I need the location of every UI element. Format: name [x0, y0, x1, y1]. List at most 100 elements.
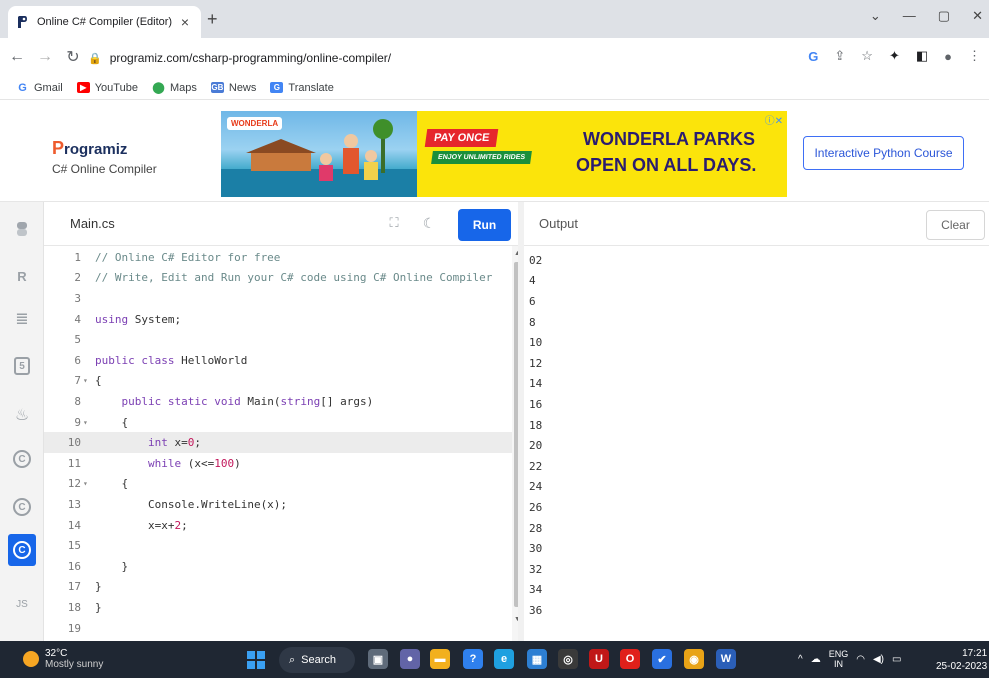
- code-line[interactable]: 4 using System;: [44, 309, 512, 330]
- site-header: Programiz C# Online Compiler WONDERLA PA…: [0, 100, 989, 202]
- code-line[interactable]: 12 ▾ {: [44, 474, 512, 495]
- bookmark-maps[interactable]: ⬤ Maps: [152, 82, 197, 95]
- chatgpt-icon[interactable]: ◎: [558, 649, 578, 669]
- browser-tab[interactable]: Online C# Compiler (Editor) ×: [8, 6, 201, 38]
- taskbar-search[interactable]: ⌕ Search: [279, 647, 355, 673]
- chat-icon[interactable]: ●: [400, 649, 420, 669]
- line-number: 16: [67, 559, 81, 573]
- code-line[interactable]: 6 public class HelloWorld: [44, 350, 512, 371]
- ad-rides: ENJOY UNLIMITED RIDES: [431, 151, 532, 164]
- tab-close-icon[interactable]: ×: [177, 14, 193, 30]
- code-line[interactable]: 15: [44, 535, 512, 556]
- bookmark-news[interactable]: GB News: [210, 82, 256, 94]
- address-bar[interactable]: 🔒 programiz.com/csharp-programming/onlin…: [88, 45, 800, 71]
- task-view-icon[interactable]: ▣: [368, 649, 388, 669]
- minimize-button[interactable]: —: [903, 8, 916, 24]
- output-line: 32: [529, 562, 543, 576]
- fullscreen-icon[interactable]: ⛶: [383, 212, 405, 234]
- python-icon[interactable]: [12, 219, 32, 239]
- back-icon[interactable]: ←: [6, 48, 28, 66]
- edge-icon[interactable]: e: [494, 649, 514, 669]
- c-icon[interactable]: C: [13, 450, 31, 468]
- file-explorer-icon[interactable]: ▬: [430, 649, 450, 669]
- temperature: 32°C: [45, 648, 68, 659]
- battery-icon[interactable]: ▭: [892, 654, 901, 665]
- ad-banner[interactable]: WONDERLA PAY ONCE ENJOY UNLIMITED RIDES …: [221, 111, 787, 197]
- share-icon[interactable]: ⇪: [834, 48, 845, 64]
- reload-icon[interactable]: ↻: [62, 47, 84, 67]
- bookmark-translate[interactable]: G Translate: [270, 82, 334, 94]
- bookmark-label: YouTube: [94, 81, 138, 94]
- sql-icon[interactable]: ≣: [12, 309, 32, 329]
- code-line[interactable]: 10 int x=0;: [44, 432, 512, 453]
- output-label: Output: [539, 216, 579, 231]
- help-icon[interactable]: ?: [463, 649, 483, 669]
- html-icon[interactable]: 5: [14, 357, 30, 375]
- forward-icon[interactable]: →: [34, 48, 56, 66]
- search-label: Search: [301, 654, 337, 666]
- code-line[interactable]: 9 ▾ {: [44, 412, 512, 433]
- java-icon[interactable]: ♨: [12, 405, 32, 425]
- google-lens-icon[interactable]: G: [808, 49, 818, 64]
- side-panel-icon[interactable]: ◧: [916, 48, 928, 64]
- cpp-icon[interactable]: C: [13, 498, 31, 516]
- fold-marker-icon[interactable]: ▾: [81, 376, 92, 385]
- csharp-glyph: C: [13, 541, 31, 559]
- code-line[interactable]: 13 Console.WriteLine(x);: [44, 494, 512, 515]
- code-line[interactable]: 5: [44, 329, 512, 350]
- todo-icon[interactable]: ✔: [652, 649, 672, 669]
- mcafee-icon[interactable]: U: [589, 649, 609, 669]
- wifi-icon[interactable]: ◠: [856, 654, 865, 665]
- weather-widget[interactable]: 32°C Mostly sunny: [23, 648, 103, 670]
- code-line[interactable]: 2 // Write, Edit and Run your C# code usi…: [44, 268, 512, 289]
- output-line: 16: [529, 397, 543, 411]
- start-button[interactable]: [247, 651, 265, 669]
- gmail-icon: G: [18, 81, 27, 94]
- code-line[interactable]: 16 }: [44, 556, 512, 577]
- line-number: 15: [67, 539, 81, 553]
- fold-marker-icon[interactable]: ▾: [81, 479, 92, 488]
- clock[interactable]: 17:21 25-02-2023: [936, 647, 987, 673]
- new-tab-button[interactable]: +: [207, 9, 218, 30]
- restore-button[interactable]: ▢: [938, 8, 950, 24]
- code-line[interactable]: 19: [44, 618, 512, 639]
- language-indicator[interactable]: ENG IN: [829, 649, 849, 669]
- output-line: 4: [529, 274, 536, 288]
- tab-search-icon[interactable]: ⌄: [870, 8, 881, 24]
- cloud-icon[interactable]: ☁: [811, 654, 821, 665]
- code-line[interactable]: 14 x=x+2;: [44, 515, 512, 536]
- close-window-button[interactable]: ✕: [972, 8, 983, 24]
- clear-button[interactable]: Clear: [926, 210, 985, 240]
- menu-kebab-icon[interactable]: ⋮: [968, 48, 981, 64]
- code-line[interactable]: 1 // Online C# Editor for free: [44, 247, 512, 268]
- ad-close-icon[interactable]: ⓘ✕: [765, 112, 783, 127]
- csharp-icon[interactable]: C: [8, 534, 36, 566]
- extensions-icon[interactable]: ✦: [889, 48, 900, 64]
- chevron-up-icon[interactable]: ^: [798, 654, 803, 665]
- r-icon[interactable]: R: [12, 266, 32, 286]
- fold-marker-icon[interactable]: ▾: [81, 418, 92, 427]
- theme-toggle-icon[interactable]: ☾: [418, 212, 440, 234]
- code-line[interactable]: 7 ▾{: [44, 371, 512, 392]
- code-line[interactable]: 3: [44, 288, 512, 309]
- code-line[interactable]: 11 while (x<=100): [44, 453, 512, 474]
- file-tab[interactable]: Main.cs: [70, 216, 115, 231]
- code-line[interactable]: 8 public static void Main(string[] args): [44, 391, 512, 412]
- opera-icon[interactable]: O: [620, 649, 640, 669]
- bookmark-star-icon[interactable]: ☆: [861, 48, 873, 64]
- code-line[interactable]: 17}: [44, 577, 512, 598]
- word-icon[interactable]: W: [716, 649, 736, 669]
- bookmark-gmail[interactable]: G Gmail: [16, 82, 63, 94]
- interactive-python-course-button[interactable]: Interactive Python Course: [803, 136, 964, 170]
- chrome-icon[interactable]: ◉: [684, 649, 704, 669]
- js-icon[interactable]: JS: [12, 594, 32, 614]
- run-button[interactable]: Run: [458, 209, 511, 241]
- store-icon[interactable]: ▦: [527, 649, 547, 669]
- logo-text: rogramiz: [64, 141, 128, 158]
- code-editor[interactable]: 1 // Online C# Editor for free 2 // Write, …: [44, 246, 512, 641]
- volume-icon[interactable]: ◀): [873, 654, 884, 665]
- bookmark-youtube[interactable]: ▶ YouTube: [76, 81, 138, 94]
- programiz-logo[interactable]: Programiz: [52, 138, 127, 159]
- profile-avatar-icon[interactable]: ●: [944, 49, 952, 64]
- code-line[interactable]: 18}: [44, 597, 512, 618]
